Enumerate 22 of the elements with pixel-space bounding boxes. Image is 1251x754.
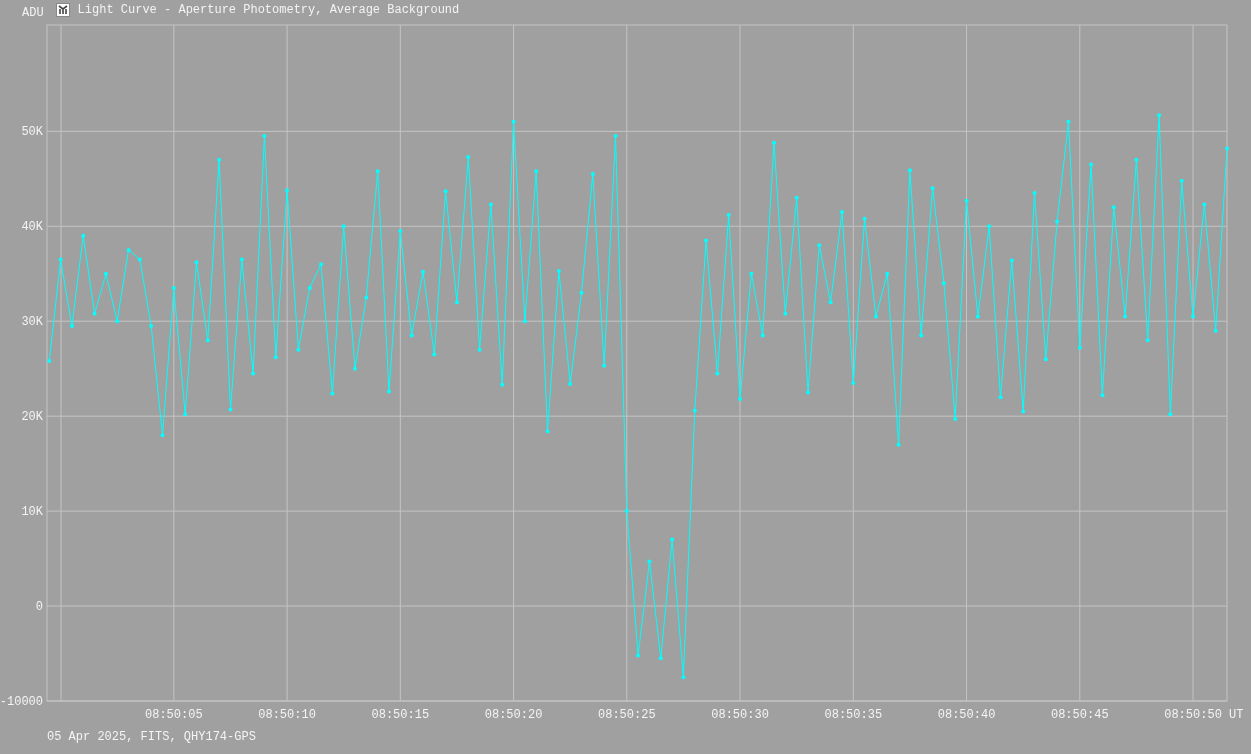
y-axis-label: -10000 <box>0 695 43 709</box>
window-title: Light Curve - Aperture Photometry, Average Background <box>77 2 460 19</box>
y-axis-label: 50K <box>21 125 43 140</box>
x-axis-label: 08:50:25 <box>598 708 656 720</box>
x-axis-label: 08:50:05 <box>145 708 203 720</box>
axis-unit-label: UT <box>1229 708 1244 720</box>
x-axis-label: 08:50:45 <box>1051 708 1109 720</box>
x-axis-label: 08:50:50 <box>1164 708 1222 720</box>
axis-unit-label: ADU <box>22 7 44 19</box>
y-axis-label: 20K <box>21 410 43 425</box>
x-axis-label: 08:50:35 <box>824 708 883 720</box>
window-icon <box>55 3 70 17</box>
x-axis-label: 08:50:40 <box>937 708 996 720</box>
status-text: 05 Apr 2025, FITS, QHY174-GPS <box>47 730 256 744</box>
y-axis-label: 40K <box>21 220 43 235</box>
x-axis-label: 08:50:30 <box>711 708 769 720</box>
x-axis-label: 08:50:10 <box>258 708 316 720</box>
x-axis-label: 08:50:15 <box>371 708 430 720</box>
y-axis-label: 30K <box>21 315 43 330</box>
y-axis-label: 10K <box>21 505 43 520</box>
y-axis-label: 0 <box>35 600 43 615</box>
x-axis-label: 08:50:20 <box>484 708 543 720</box>
